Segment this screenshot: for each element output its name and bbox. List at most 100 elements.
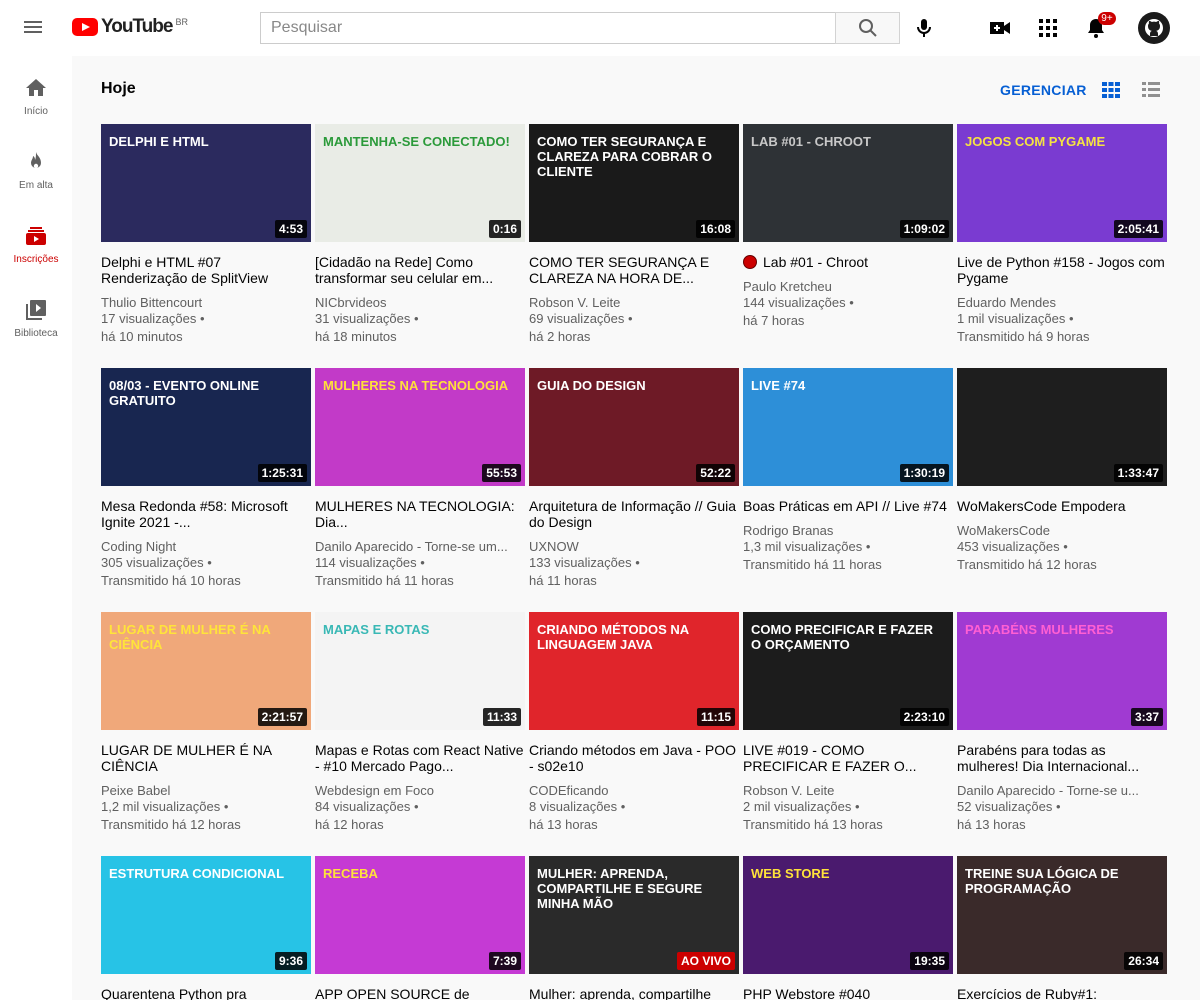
video-title[interactable]: LUGAR DE MULHER É NA CIÊNCIA — [101, 742, 311, 774]
video-thumbnail[interactable]: Live #74 1:30:19 — [743, 368, 953, 486]
video-title[interactable]: Arquitetura de Informação // Guia do Des… — [529, 498, 739, 530]
video-duration: 3:37 — [1130, 708, 1163, 726]
avatar[interactable] — [1138, 12, 1170, 44]
video-thumbnail[interactable]: Lab #01 - chroot 1:09:02 — [743, 124, 953, 242]
video-card[interactable]: Como precificar e fazer o orçamento 2:23:… — [743, 612, 953, 834]
channel-name[interactable]: Webdesign em Foco — [315, 783, 525, 798]
subscriptions-icon — [26, 227, 46, 245]
sidebar-item-trending[interactable]: Em alta — [0, 130, 72, 204]
video-thumbnail[interactable]: Web Store 19:35 — [743, 856, 953, 974]
video-card[interactable]: Treine sua lógica de programação 26:34 Exe… — [957, 856, 1167, 1000]
video-title[interactable]: [Cidadão na Rede] Como transformar seu c… — [315, 254, 525, 286]
grid-view-icon[interactable] — [1102, 82, 1120, 98]
apps-icon[interactable] — [1036, 16, 1060, 40]
channel-name[interactable]: Eduardo Mendes — [957, 295, 1167, 310]
video-title[interactable]: Delphi e HTML #07 Renderização de SplitV… — [101, 254, 311, 286]
video-card[interactable]: Guia do Design 52:22 Arquitetura de Inform… — [529, 368, 739, 590]
video-title[interactable]: Quarentena Python pra — [101, 986, 311, 1000]
upload-time: há 18 minutos — [315, 329, 397, 344]
channel-name[interactable]: Rodrigo Branas — [743, 523, 953, 538]
video-thumbnail[interactable]: 1:33:47 — [957, 368, 1167, 486]
video-title[interactable]: Exercícios de Ruby#1: — [957, 986, 1167, 1000]
video-thumbnail[interactable]: Como ter segurança e clareza para cobrar… — [529, 124, 739, 242]
channel-name[interactable]: Danilo Aparecido - Torne-se um... — [315, 539, 525, 554]
video-card[interactable]: Criando métodos na linguagem Java 11:15 Cr… — [529, 612, 739, 834]
video-thumbnail[interactable]: Criando métodos na linguagem Java 11:15 — [529, 612, 739, 730]
channel-name[interactable]: CODEficando — [529, 783, 739, 798]
video-card[interactable]: Mulheres na tecnologia 55:53 MULHERES NA T… — [315, 368, 525, 590]
video-title[interactable]: COMO TER SEGURANÇA E CLAREZA NA HORA DE.… — [529, 254, 739, 286]
video-card[interactable]: Lab #01 - chroot 1:09:02 Lab #01 - Chroot P… — [743, 124, 953, 330]
thumbnail-text: Como ter segurança e clareza para cobrar… — [537, 134, 713, 179]
sidebar-item-subscriptions[interactable]: Inscrições — [0, 204, 72, 278]
video-card[interactable]: Receba 7:39 APP OPEN SOURCE de — [315, 856, 525, 1000]
video-thumbnail[interactable]: Mapas e Rotas 11:33 — [315, 612, 525, 730]
video-card[interactable]: Parabéns Mulheres 3:37 Parabéns para todas… — [957, 612, 1167, 834]
video-card[interactable]: Mulher: aprenda, compartilhe e segure mi… — [529, 856, 739, 1000]
video-thumbnail[interactable]: Lugar de mulher é na ciência 2:21:57 — [101, 612, 311, 730]
sidebar-item-library[interactable]: Biblioteca — [0, 278, 72, 352]
video-card[interactable]: Delphi e HTML 4:53 Delphi e HTML #07 Rende… — [101, 124, 311, 346]
create-video-icon[interactable] — [988, 16, 1012, 40]
video-card[interactable]: Estrutura condicional 9:36 Quarentena Pyth… — [101, 856, 311, 1000]
video-thumbnail[interactable]: Como precificar e fazer o orçamento 2:23:… — [743, 612, 953, 730]
list-view-icon[interactable] — [1142, 82, 1160, 98]
video-title[interactable]: WoMakersCode Empodera — [957, 498, 1167, 514]
video-title[interactable]: LIVE #019 - COMO PRECIFICAR E FAZER O... — [743, 742, 953, 774]
video-card[interactable]: Como ter segurança e clareza para cobrar… — [529, 124, 739, 346]
channel-name[interactable]: UXNOW — [529, 539, 739, 554]
channel-name[interactable]: Thulio Bittencourt — [101, 295, 311, 310]
library-icon — [26, 300, 46, 320]
meta-separator: • — [851, 799, 860, 814]
video-thumbnail[interactable]: Treine sua lógica de programação 26:34 — [957, 856, 1167, 974]
video-title[interactable]: APP OPEN SOURCE de — [315, 986, 525, 1000]
video-title[interactable]: Live de Python #158 - Jogos com Pygame — [957, 254, 1167, 286]
video-thumbnail[interactable]: Mantenha-se conectado! 0:16 — [315, 124, 525, 242]
channel-name[interactable]: Paulo Kretcheu — [743, 279, 953, 294]
youtube-play-icon — [72, 18, 98, 36]
video-thumbnail[interactable]: Mulher: aprenda, compartilhe e segure mi… — [529, 856, 739, 974]
microphone-icon[interactable] — [912, 16, 936, 40]
video-title[interactable]: Boas Práticas em API // Live #74 — [743, 498, 953, 514]
video-card[interactable]: Live #74 1:30:19 Boas Práticas em API // L… — [743, 368, 953, 574]
channel-name[interactable]: NICbrvideos — [315, 295, 525, 310]
video-title[interactable]: Criando métodos em Java - POO - s02e10 — [529, 742, 739, 774]
video-title[interactable]: Mulher: aprenda, compartilhe — [529, 986, 739, 1000]
video-card[interactable]: 1:33:47 WoMakersCode Empodera WoMakersCode… — [957, 368, 1167, 574]
video-title[interactable]: Mesa Redonda #58: Microsoft Ignite 2021 … — [101, 498, 311, 530]
video-meta: 114 visualizações • — [315, 554, 525, 572]
channel-name[interactable]: Robson V. Leite — [529, 295, 739, 310]
video-card[interactable]: Mapas e Rotas 11:33 Mapas e Rotas com Reac… — [315, 612, 525, 834]
menu-icon[interactable] — [24, 18, 48, 38]
video-card[interactable]: Mantenha-se conectado! 0:16 [Cidadão na Re… — [315, 124, 525, 346]
sidebar-item-home[interactable]: Início — [0, 56, 72, 130]
video-title[interactable]: Mapas e Rotas com React Native - #10 Mer… — [315, 742, 525, 774]
manage-button[interactable]: GERENCIAR — [1000, 82, 1087, 98]
video-thumbnail[interactable]: 08/03 - Evento online gratuito 1:25:31 — [101, 368, 311, 486]
video-title[interactable]: Lab #01 - Chroot — [743, 254, 953, 270]
channel-name[interactable]: Coding Night — [101, 539, 311, 554]
video-thumbnail[interactable]: Estrutura condicional 9:36 — [101, 856, 311, 974]
video-card[interactable]: Jogos com Pygame 2:05:41 Live de Python #1… — [957, 124, 1167, 346]
video-title[interactable]: Parabéns para todas as mulheres! Dia Int… — [957, 742, 1167, 774]
channel-name[interactable]: WoMakersCode — [957, 523, 1167, 538]
video-title[interactable]: PHP Webstore #040 — [743, 986, 953, 1000]
channel-name[interactable]: Robson V. Leite — [743, 783, 953, 798]
search-input[interactable]: Pesquisar — [260, 12, 836, 44]
video-thumbnail[interactable]: Mulheres na tecnologia 55:53 — [315, 368, 525, 486]
video-thumbnail[interactable]: Guia do Design 52:22 — [529, 368, 739, 486]
search-placeholder: Pesquisar — [271, 19, 343, 36]
video-card[interactable]: Web Store 19:35 PHP Webstore #040 — [743, 856, 953, 1000]
video-card[interactable]: Lugar de mulher é na ciência 2:21:57 LUGAR… — [101, 612, 311, 834]
video-card[interactable]: 08/03 - Evento online gratuito 1:25:31 Mes… — [101, 368, 311, 590]
video-title[interactable]: MULHERES NA TECNOLOGIA: Dia... — [315, 498, 525, 530]
video-thumbnail[interactable]: Jogos com Pygame 2:05:41 — [957, 124, 1167, 242]
video-thumbnail[interactable]: Delphi e HTML 4:53 — [101, 124, 311, 242]
video-duration: 1:09:02 — [899, 220, 949, 238]
video-thumbnail[interactable]: Receba 7:39 — [315, 856, 525, 974]
search-button[interactable] — [835, 12, 900, 44]
video-thumbnail[interactable]: Parabéns Mulheres 3:37 — [957, 612, 1167, 730]
youtube-logo[interactable]: YouTube BR — [72, 16, 188, 38]
channel-name[interactable]: Peixe Babel — [101, 783, 311, 798]
channel-name[interactable]: Danilo Aparecido - Torne-se u... — [957, 783, 1167, 798]
